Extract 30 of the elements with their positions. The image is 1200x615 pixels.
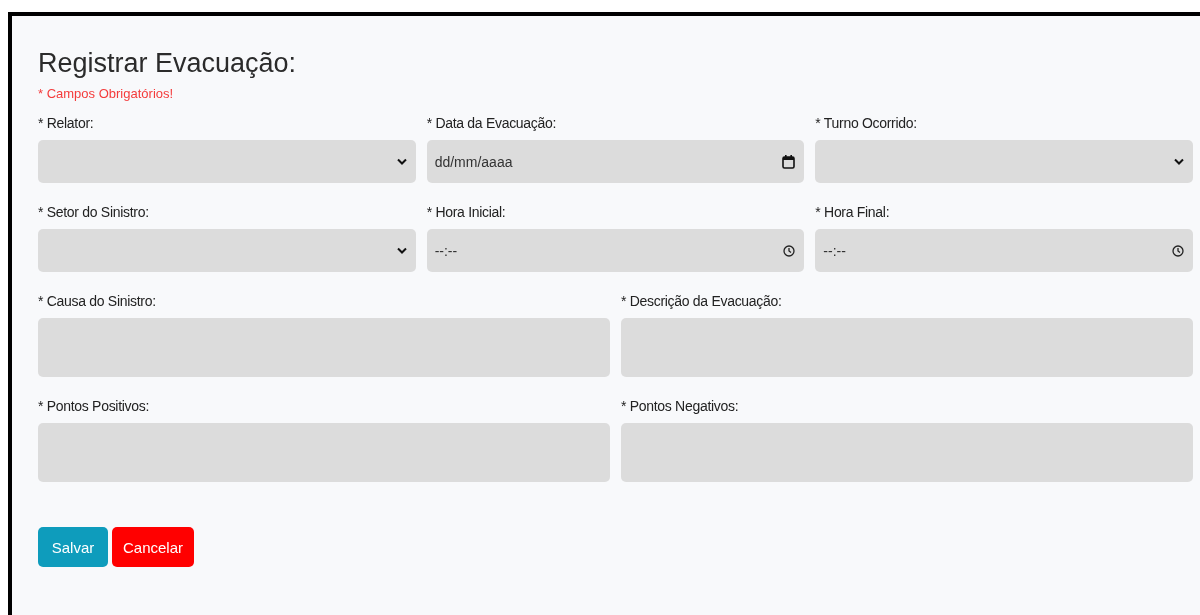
field-label: * Hora Inicial:: [426, 203, 507, 221]
field-label: * Descrição da Evacuação:: [621, 292, 783, 310]
field-label: * Relator:: [38, 114, 95, 132]
chevron-down-icon: [1174, 158, 1184, 165]
form-button[interactable]: Salvar: [38, 527, 108, 567]
field-label: * Data da Evacuação:: [426, 114, 558, 132]
text-area[interactable]: [38, 318, 610, 377]
chevron-down-icon: [396, 158, 407, 165]
text-area[interactable]: [621, 423, 1193, 482]
chevron-down-icon: [396, 247, 407, 254]
text-area[interactable]: [621, 318, 1193, 377]
field-label: * Hora Final:: [815, 203, 891, 221]
field-label: * Pontos Positivos:: [38, 397, 151, 415]
clock-icon: [783, 244, 796, 257]
field-label: * Turno Ocorrido:: [815, 114, 918, 132]
form-button[interactable]: Cancelar: [112, 527, 195, 567]
field-label: * Pontos Negativos:: [621, 397, 740, 415]
time-field[interactable]: --:--: [426, 229, 805, 272]
calendar-icon: [782, 154, 796, 169]
required-note: * Campos Obrigatórios!: [38, 86, 175, 102]
dropdown[interactable]: [38, 229, 416, 272]
dropdown[interactable]: [38, 140, 416, 183]
form-title: Registrar Evacuação:: [38, 47, 298, 80]
field-label: * Setor do Sinistro:: [38, 203, 150, 221]
time-field[interactable]: --:--: [815, 229, 1193, 272]
clock-icon: [1172, 244, 1184, 257]
field-label: * Causa do Sinistro:: [38, 292, 157, 310]
text-area[interactable]: [38, 423, 610, 482]
dropdown[interactable]: [815, 140, 1193, 183]
date-field[interactable]: dd/mm/aaaa: [426, 140, 805, 183]
